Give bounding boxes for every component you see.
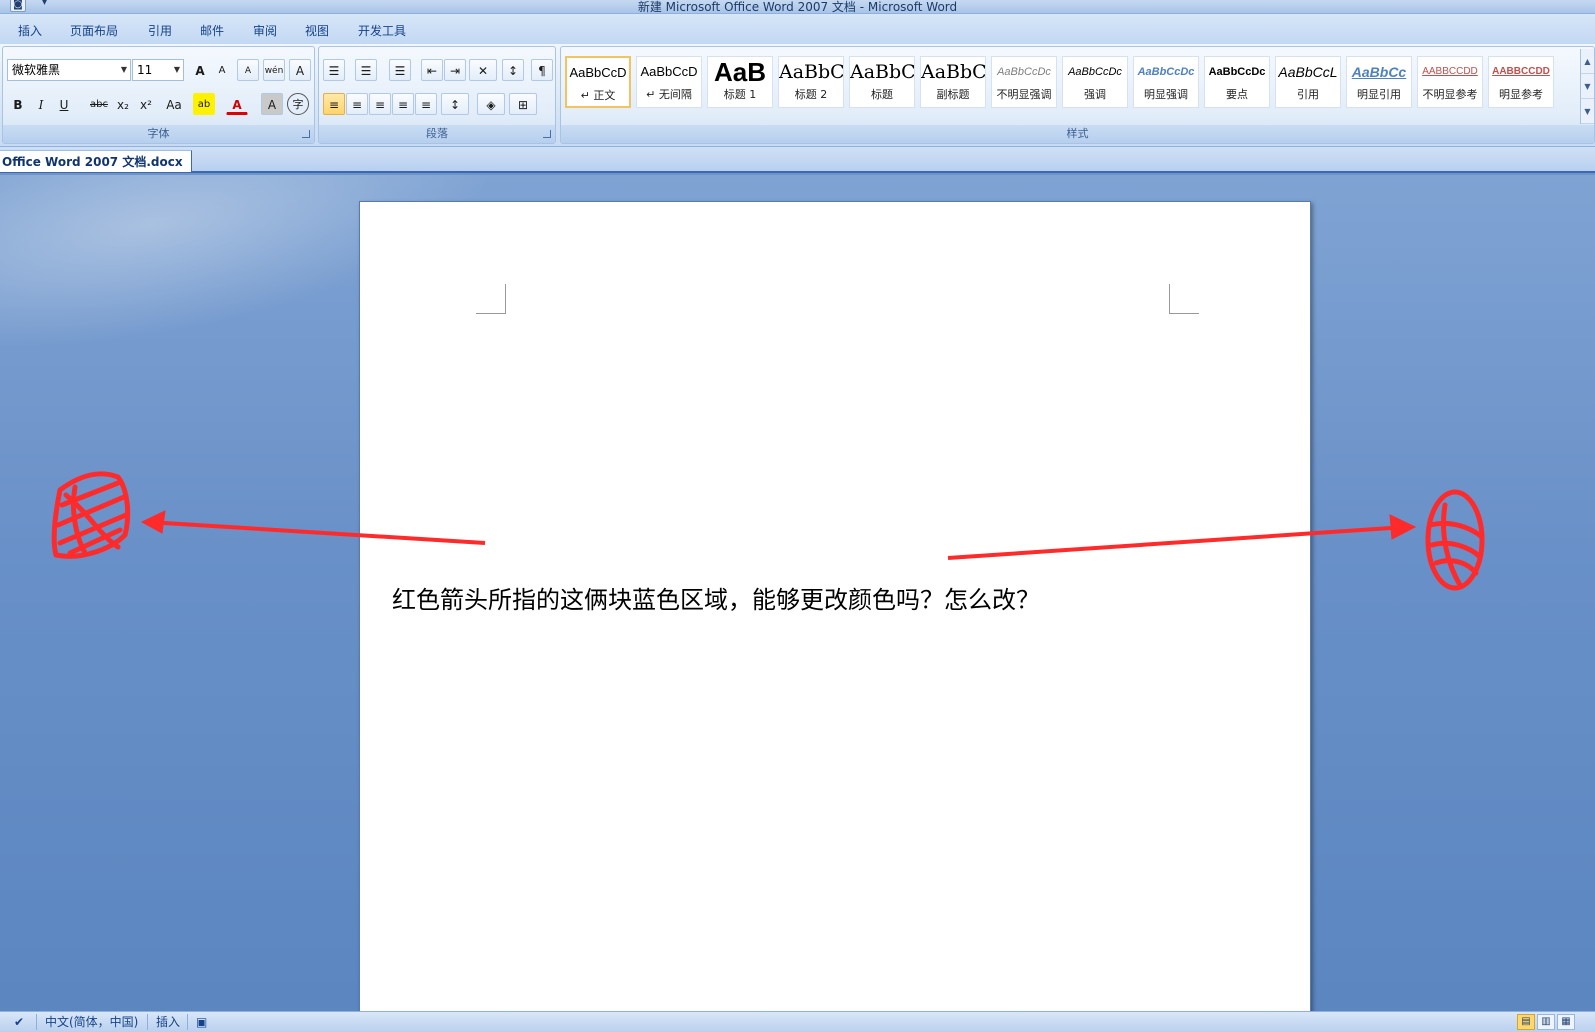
sort-icon[interactable]: ↕ [502,59,524,81]
style-gallery-scroll[interactable]: ▲ ▼ ▼ [1580,49,1594,124]
highlight-button[interactable]: ab [193,93,215,115]
bullets-icon[interactable]: ☰ [323,59,345,81]
superscript-button[interactable]: x² [135,93,157,115]
tab-view[interactable]: 视图 [305,22,329,39]
style-quote[interactable]: AaBbCcL 引用 [1275,56,1341,108]
tab-mailings[interactable]: 邮件 [200,22,224,39]
font-size-combo[interactable]: 11 ▼ [132,59,184,81]
window-title: 新建 Microsoft Office Word 2007 文档 - Micro… [637,0,958,14]
style-subtle-reference[interactable]: AABBCCDD 不明显参考 [1417,56,1483,108]
justify-icon[interactable]: ≡ [392,93,414,115]
tab-page-layout[interactable]: 页面布局 [70,22,118,39]
gallery-more-icon[interactable]: ▼ [1581,99,1594,124]
font-dialog-launcher-icon[interactable] [302,130,310,138]
style-intense-emphasis[interactable]: AaBbCcDc 明显强调 [1133,56,1199,108]
subscript-button[interactable]: x₂ [112,93,134,115]
styles-group-label: 样式 [561,125,1594,143]
status-separator [36,1014,37,1030]
numbering-icon[interactable]: ☰ [355,59,377,81]
language-indicator[interactable]: 中文(简体，中国) [45,1014,138,1030]
font-name-value: 微软雅黑 [12,63,61,77]
chinese-layout-icon[interactable]: ✕ [469,59,497,81]
style-strong[interactable]: AaBbCcDc 要点 [1204,56,1270,108]
tab-insert[interactable]: 插入 [18,22,42,39]
font-group: 微软雅黑 ▼ 11 ▼ A A A wén A B I U abc x₂ x² … [2,46,315,144]
borders-icon[interactable]: ⊞ [509,93,537,115]
status-separator [147,1014,148,1030]
insert-mode-indicator[interactable]: 插入 [156,1014,180,1030]
crop-mark-top-left [476,284,506,314]
decrease-indent-icon[interactable]: ⇤ [421,59,443,81]
style-intense-reference[interactable]: AABBCCDD 明显参考 [1488,56,1554,108]
paragraph-dialog-launcher-icon[interactable] [543,130,551,138]
font-group-label: 字体 [3,125,314,143]
font-name-combo[interactable]: 微软雅黑 ▼ [7,59,131,81]
clear-format-button[interactable]: A [237,59,259,81]
character-border-button[interactable]: A [289,59,311,81]
full-screen-reading-view-icon[interactable]: ▥ [1537,1014,1555,1030]
tab-references[interactable]: 引用 [148,22,172,39]
multilevel-list-icon[interactable]: ☰ [389,59,411,81]
font-size-value: 11 [137,63,153,77]
style-heading-1[interactable]: AaB 标题 1 [707,56,773,108]
macro-record-icon[interactable]: ▣ [196,1014,207,1030]
show-marks-icon[interactable]: ¶ [531,59,553,81]
phonetic-guide-button[interactable]: wén [263,59,285,81]
align-center-icon[interactable]: ≡ [346,93,368,115]
tab-developer[interactable]: 开发工具 [358,22,406,39]
paragraph-group: ☰ ☰ ☰ ⇤ ⇥ ✕ ↕ ¶ ≡ ≡ ≡ ≡ ≡ ↕ ◈ ⊞ 段落 [318,46,556,144]
shading-icon[interactable]: ◈ [477,93,505,115]
document-tab[interactable]: Office Word 2007 文档.docx [0,150,192,172]
style-intense-quote[interactable]: AaBbCc 明显引用 [1346,56,1412,108]
right-scribble-icon [1425,489,1485,591]
ribbon-tabs: 插入 页面布局 引用 邮件 审阅 视图 开发工具 [0,14,1595,44]
style-subtitle[interactable]: AaBbC 副标题 [920,56,986,108]
style-emphasis[interactable]: AaBbCcDc 强调 [1062,56,1128,108]
shrink-font-button[interactable]: A [211,59,233,81]
strikethrough-button[interactable]: abc [88,93,110,115]
status-separator [187,1014,188,1030]
style-title[interactable]: AaBbC 标题 [849,56,915,108]
left-scribble-icon [51,471,131,559]
bold-button[interactable]: B [7,93,29,115]
enclose-characters-button[interactable]: 字 [287,93,309,115]
document-tab-bar: Office Word 2007 文档.docx [0,147,1595,173]
chevron-down-icon: ▼ [120,65,127,74]
scroll-up-icon[interactable]: ▲ [1581,49,1594,74]
align-left-icon[interactable]: ≡ [323,93,345,115]
styles-group: AaBbCcD ↵ 正文 AaBbCcD ↵ 无间隔 AaB 标题 1 AaBb… [560,46,1595,144]
align-right-icon[interactable]: ≡ [369,93,391,115]
style-heading-2[interactable]: AaBbC 标题 2 [778,56,844,108]
scroll-down-icon[interactable]: ▼ [1581,74,1594,99]
style-subtle-emphasis[interactable]: AaBbCcDc 不明显强调 [991,56,1057,108]
title-bar: ◙ ▾ 新建 Microsoft Office Word 2007 文档 - M… [0,0,1595,14]
paragraph-group-label: 段落 [319,125,555,143]
style-no-spacing[interactable]: AaBbCcD ↵ 无间隔 [636,56,702,108]
character-shading-button[interactable]: A [261,93,283,115]
increase-indent-icon[interactable]: ⇥ [444,59,466,81]
print-layout-view-icon[interactable]: ▤ [1517,1014,1535,1030]
document-workspace[interactable]: 红色箭头所指的这俩块蓝色区域，能够更改颜色吗？怎么改？ [0,175,1595,1011]
grow-font-button[interactable]: A [189,59,211,81]
web-layout-view-icon[interactable]: ▦ [1557,1014,1575,1030]
document-body-text[interactable]: 红色箭头所指的这俩块蓝色区域，能够更改颜色吗？怎么改？ [392,580,1040,615]
spelling-check-icon[interactable]: ✔ [14,1014,24,1030]
distributed-icon[interactable]: ≡ [415,93,437,115]
document-page[interactable]: 红色箭头所指的这俩块蓝色区域，能够更改颜色吗？怎么改？ [359,201,1311,1011]
crop-mark-top-right [1169,284,1199,314]
ribbon: 微软雅黑 ▼ 11 ▼ A A A wén A B I U abc x₂ x² … [0,44,1595,147]
style-normal[interactable]: AaBbCcD ↵ 正文 [565,56,631,108]
chevron-down-icon: ▼ [173,65,180,74]
font-color-button[interactable]: A [226,93,248,115]
tab-review[interactable]: 审阅 [253,22,277,39]
underline-button[interactable]: U [53,93,75,115]
status-bar: ✔ 中文(简体，中国) 插入 ▣ ▤ ▥ ▦ [0,1011,1595,1032]
line-spacing-icon[interactable]: ↕ [441,93,469,115]
italic-button[interactable]: I [30,93,52,115]
change-case-button[interactable]: Aa [160,93,188,115]
